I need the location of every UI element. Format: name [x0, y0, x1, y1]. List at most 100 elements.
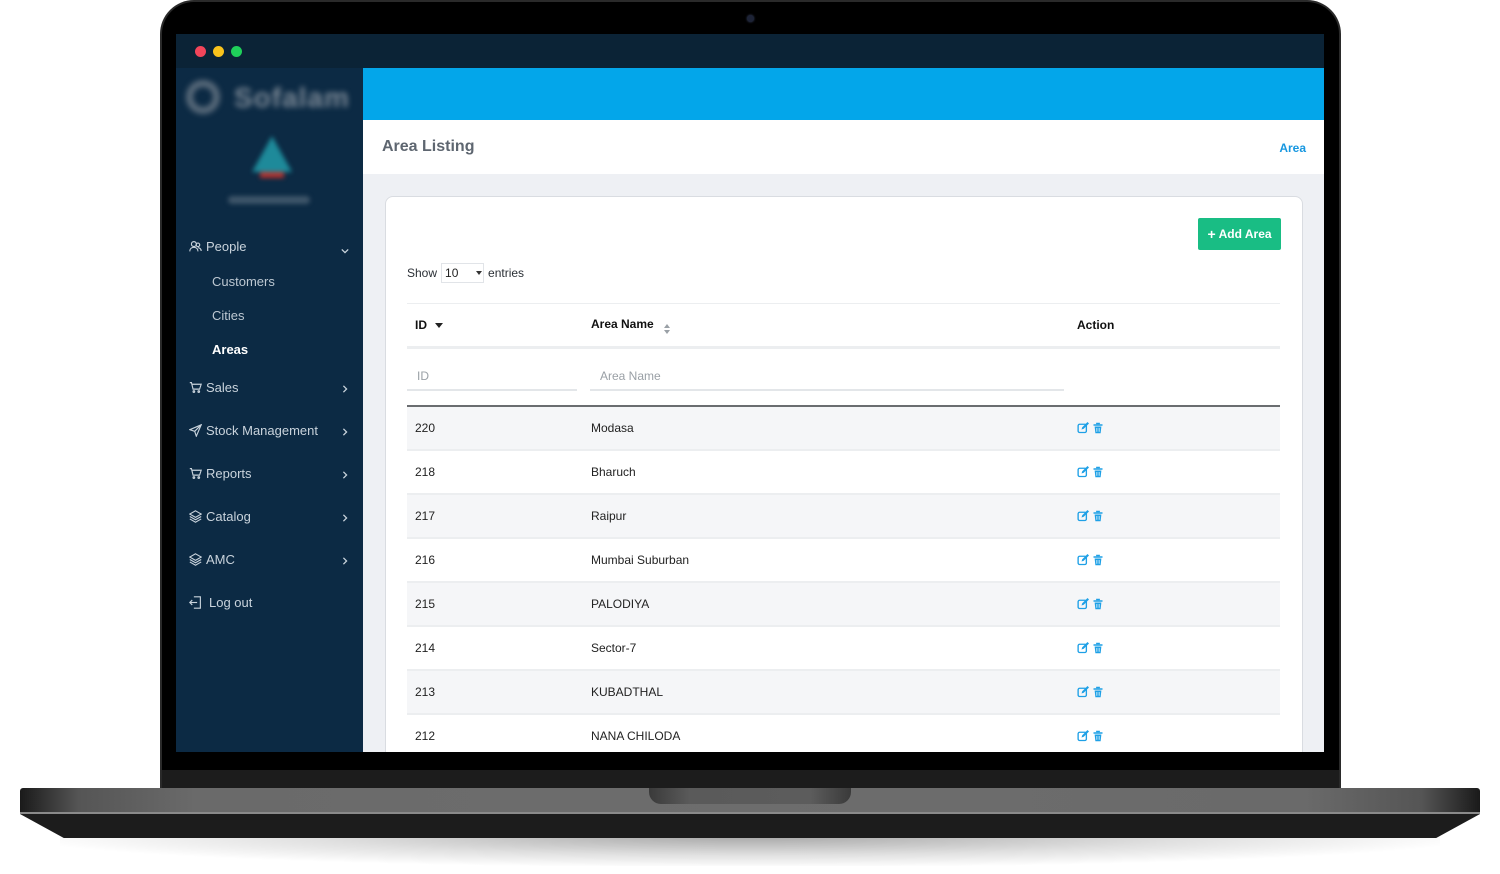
cell-area-name: Bharuch [591, 465, 636, 479]
delete-icon[interactable] [1092, 422, 1105, 435]
cell-action [1069, 729, 1280, 743]
laptop-mockup: Sofalam People Customers Cities Areas Sa… [0, 0, 1500, 874]
edit-icon[interactable] [1077, 685, 1090, 699]
area-name-filter-input[interactable] [590, 363, 1064, 391]
cart-icon [188, 380, 203, 395]
sidebar-item-amc[interactable]: AMC [176, 538, 363, 581]
window-titlebar [176, 34, 1324, 68]
screen: Sofalam People Customers Cities Areas Sa… [176, 34, 1324, 752]
delete-icon[interactable] [1092, 554, 1105, 567]
table-row: 218 Bharuch [407, 451, 1280, 495]
sidebar-item-label: Log out [209, 595, 253, 610]
laptop-bezel-bottom [162, 752, 1339, 790]
column-header-action: Action [1077, 318, 1115, 332]
main-content: Area Listing Area + Add Area Show 10 ent… [363, 68, 1324, 752]
cell-area-name: PALODIYA [591, 597, 650, 611]
table-row: 217 Raipur [407, 495, 1280, 539]
sidebar-item-label: Catalog [206, 509, 251, 524]
user-avatar [250, 136, 294, 182]
brand-logo: Sofalam [184, 78, 354, 118]
table-row: 220 Modasa [407, 407, 1280, 451]
edit-icon[interactable] [1077, 509, 1090, 523]
cart-icon [188, 466, 203, 481]
minimize-window-button[interactable] [213, 46, 224, 57]
page-length-select[interactable]: 10 [441, 263, 485, 283]
cell-action [1069, 421, 1280, 435]
user-name-blurred [228, 196, 310, 204]
sidebar-item-customers[interactable]: Customers [212, 264, 363, 298]
delete-icon[interactable] [1092, 598, 1105, 611]
breadcrumb-area[interactable]: Area [1279, 141, 1306, 155]
paper-plane-icon [188, 423, 203, 438]
column-header-label: ID [415, 318, 427, 332]
page-length-control: Show 10 entries [407, 263, 524, 283]
delete-icon[interactable] [1092, 510, 1105, 523]
delete-icon[interactable] [1092, 730, 1105, 743]
top-navbar [363, 68, 1324, 120]
sidebar-item-sales[interactable]: Sales [176, 366, 363, 409]
logout-icon [188, 595, 203, 610]
sidebar-item-people[interactable]: People [176, 228, 363, 264]
chevron-right-icon [341, 467, 351, 479]
table-row: 213 KUBADTHAL [407, 671, 1280, 715]
delete-icon[interactable] [1092, 466, 1105, 479]
cell-action [1069, 685, 1280, 699]
add-area-button[interactable]: + Add Area [1198, 218, 1281, 250]
sidebar-item-label: AMC [206, 552, 235, 567]
sidebar-item-label: Reports [206, 466, 252, 481]
table-row: 215 PALODIYA [407, 583, 1280, 627]
cell-area-name: Raipur [591, 509, 627, 523]
sidebar: Sofalam People Customers Cities Areas Sa… [176, 68, 363, 752]
sort-desc-icon [435, 323, 443, 329]
column-header-label: Area Name [591, 316, 654, 331]
cell-action [1069, 509, 1280, 523]
delete-icon[interactable] [1092, 642, 1105, 655]
sidebar-item-stock-management[interactable]: Stock Management [176, 409, 363, 452]
sidebar-item-cities[interactable]: Cities [212, 298, 363, 332]
chevron-right-icon [341, 424, 351, 436]
id-filter-input[interactable] [407, 363, 577, 391]
layers-icon [188, 552, 203, 567]
add-area-label: Add Area [1218, 227, 1272, 241]
edit-icon[interactable] [1077, 597, 1090, 611]
layers-icon [188, 509, 203, 524]
cell-area-name: NANA CHILODA [591, 729, 681, 743]
table-header: ID Area Name Action [407, 303, 1280, 349]
sidebar-submenu-people: Customers Cities Areas [176, 264, 363, 366]
laptop-shadow [60, 836, 1440, 866]
cell-id: 216 [415, 553, 436, 567]
camera-icon [747, 15, 754, 22]
chevron-right-icon [341, 381, 351, 393]
brand-logo-icon [186, 80, 220, 114]
edit-icon[interactable] [1077, 553, 1090, 567]
chevron-right-icon [341, 510, 351, 522]
edit-icon[interactable] [1077, 641, 1090, 655]
sort-icon [663, 323, 670, 334]
sidebar-item-areas[interactable]: Areas [212, 332, 363, 366]
cell-area-name: Modasa [591, 421, 634, 435]
table-row: 214 Sector-7 [407, 627, 1280, 671]
show-label: Show [407, 266, 438, 280]
table-row: 212 NANA CHILODA [407, 715, 1280, 752]
edit-icon[interactable] [1077, 729, 1090, 743]
edit-icon[interactable] [1077, 465, 1090, 479]
cell-id: 213 [415, 685, 436, 699]
cell-id: 220 [415, 421, 436, 435]
cell-area-name: Sector-7 [591, 641, 637, 655]
column-header-area-name[interactable]: Area Name [583, 317, 1069, 334]
edit-icon[interactable] [1077, 421, 1090, 435]
page-title: Area Listing [382, 138, 475, 155]
cell-id: 218 [415, 465, 436, 479]
column-header-id[interactable]: ID [407, 318, 583, 332]
laptop-opening-notch [649, 788, 851, 804]
close-window-button[interactable] [195, 46, 206, 57]
cell-action [1069, 597, 1280, 611]
sidebar-item-logout[interactable]: Log out [176, 581, 363, 624]
sidebar-item-catalog[interactable]: Catalog [176, 495, 363, 538]
users-icon [188, 239, 203, 254]
sidebar-item-reports[interactable]: Reports [176, 452, 363, 495]
delete-icon[interactable] [1092, 686, 1105, 699]
maximize-window-button[interactable] [231, 46, 242, 57]
cell-id: 215 [415, 597, 436, 611]
cell-area-name: KUBADTHAL [591, 685, 664, 699]
